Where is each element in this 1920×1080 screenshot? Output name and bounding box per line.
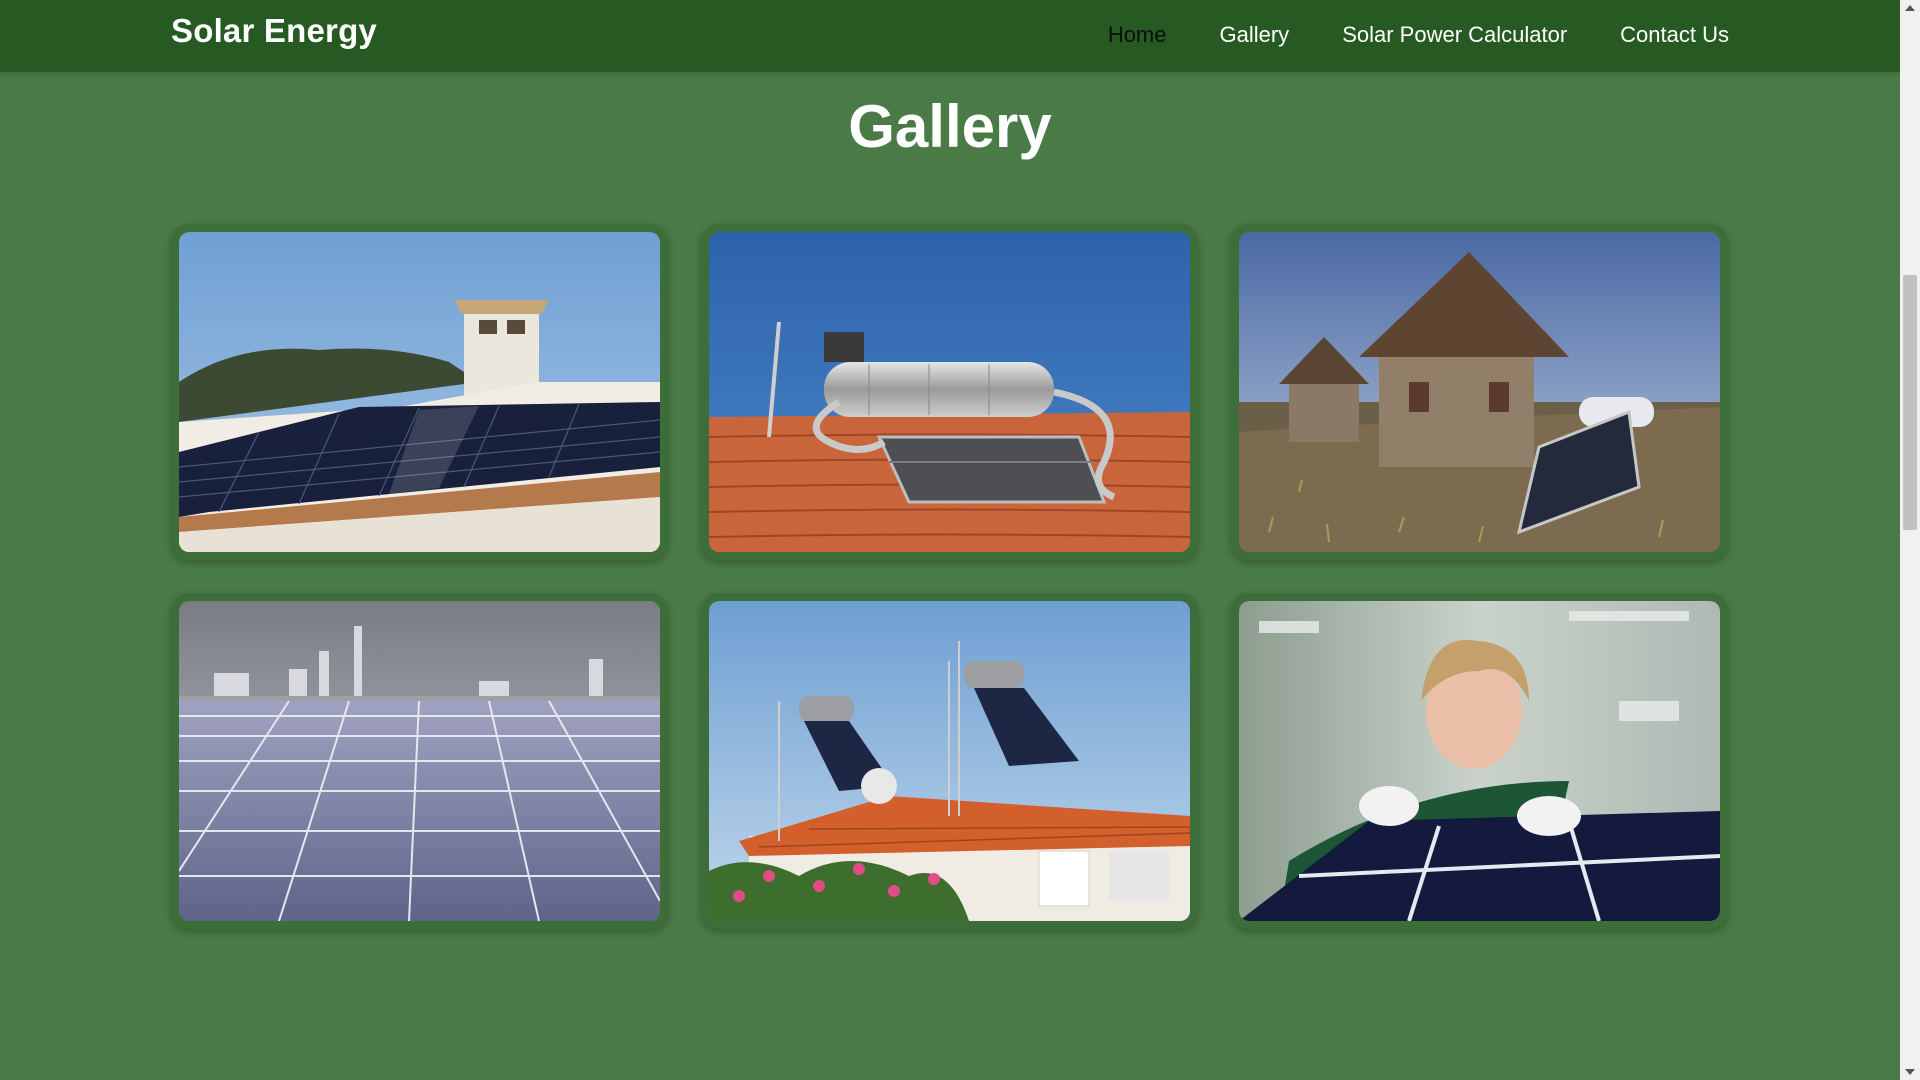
gallery-image-water-heater-roof — [709, 232, 1190, 552]
nav-solar-power-calculator[interactable]: Solar Power Calculator — [1342, 22, 1567, 48]
gallery-image-huts-water-heater — [1239, 232, 1720, 552]
gallery-image-technician-inspecting — [1239, 601, 1720, 921]
navbar: Solar Energy Home Gallery Solar Power Ca… — [0, 0, 1900, 72]
page-title: Gallery — [848, 93, 1052, 160]
scroll-up-icon[interactable] — [1905, 5, 1915, 11]
gallery-image-card[interactable] — [701, 224, 1198, 560]
nav-contact-us[interactable]: Contact Us — [1620, 22, 1729, 48]
main-nav: Home Gallery Solar Power Calculator Cont… — [1108, 22, 1729, 48]
gallery-image-card[interactable] — [1231, 593, 1728, 929]
gallery-grid — [171, 224, 1728, 929]
scroll-thumb[interactable] — [1903, 275, 1917, 530]
gallery-image-rooftop-panels — [179, 232, 660, 552]
gallery-image-card[interactable] — [171, 593, 668, 929]
gallery-image-card[interactable] — [701, 593, 1198, 929]
gallery-image-panel-field-skyline — [179, 601, 660, 921]
nav-gallery[interactable]: Gallery — [1220, 22, 1290, 48]
brand-logo[interactable]: Solar Energy — [171, 12, 377, 50]
gallery-image-card[interactable] — [171, 224, 668, 560]
page-scrollbar[interactable] — [1900, 0, 1920, 1080]
nav-home[interactable]: Home — [1108, 22, 1167, 48]
gallery-image-house-water-heaters — [709, 601, 1190, 921]
scroll-down-icon[interactable] — [1905, 1069, 1915, 1075]
gallery-image-card[interactable] — [1231, 224, 1728, 560]
page: Solar Energy Home Gallery Solar Power Ca… — [0, 0, 1900, 1080]
